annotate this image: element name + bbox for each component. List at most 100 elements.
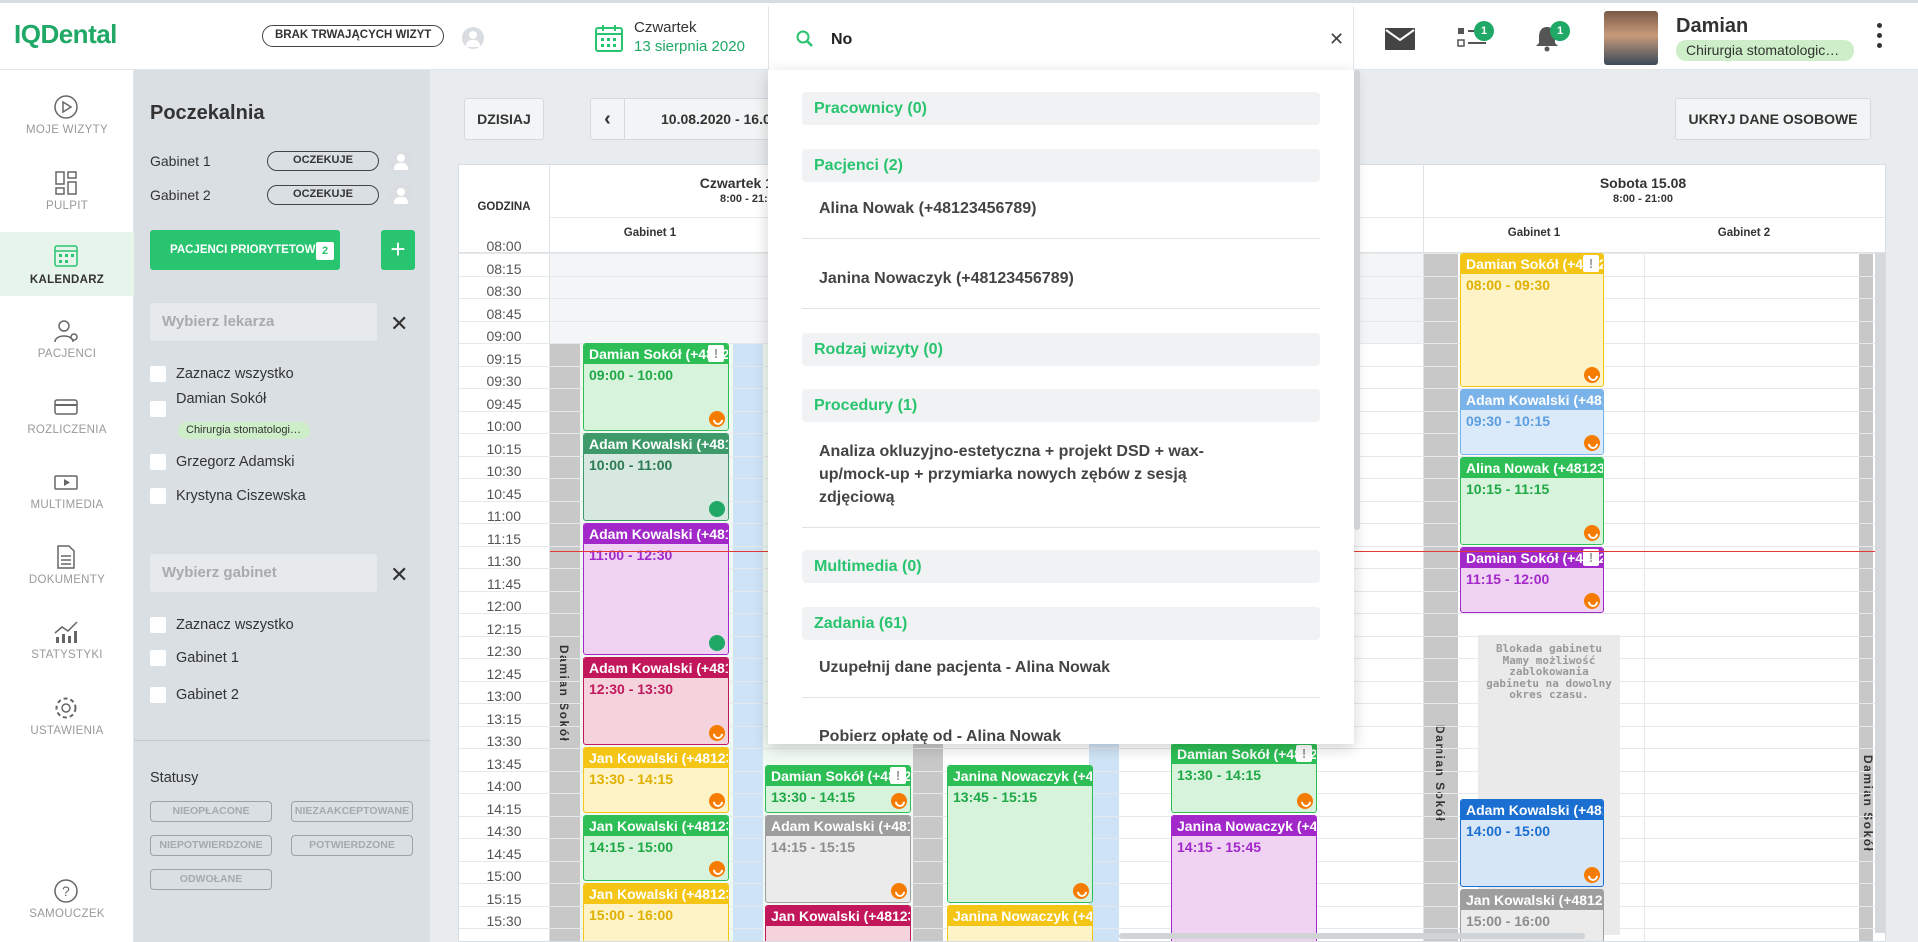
checkbox[interactable]: [150, 617, 166, 634]
phone-icon[interactable]: [1584, 435, 1600, 451]
phone-icon[interactable]: [709, 411, 725, 427]
search-input[interactable]: [831, 26, 1301, 54]
nav-item-documents[interactable]: DOKUMENTY: [0, 538, 134, 598]
checkbox[interactable]: [150, 650, 166, 667]
appointment-card[interactable]: Janina Nowaczyk (+48123456789) 14:15 - 15…: [1171, 815, 1317, 941]
main-navigation: MOJE WIZYTY PULPIT KALENDARZ PACJENCI RO…: [0, 70, 134, 942]
checkbox[interactable]: [150, 401, 166, 418]
appointment-card[interactable]: Adam Kowalski (+48123456789) 14:15 - 15:1…: [765, 815, 911, 903]
doctor-checkbox[interactable]: Krystyna Ciszewska: [150, 488, 306, 505]
result-task[interactable]: Uzupełnij dane pacjenta - Alina Nowak: [802, 657, 1320, 679]
appointment-card[interactable]: Alina Nowak (+48123456789) 10:15 - 11:15: [1460, 457, 1604, 545]
waiting-room-name: Gabinet 1: [150, 153, 211, 169]
select-all-doctors-checkbox[interactable]: Zaznacz wszystko: [150, 366, 294, 383]
status-filter-cancelled[interactable]: ODWOŁANE: [150, 869, 272, 890]
nav-item-statistics[interactable]: STATYSTYKI: [0, 613, 134, 673]
time-label: 12:30: [486, 643, 522, 659]
appointment-card[interactable]: Jan Kowalski (+48123456789) 14:15 - 15:00: [583, 815, 729, 881]
mail-icon[interactable]: [1384, 27, 1416, 51]
horizontal-scrollbar[interactable]: [1119, 933, 1585, 939]
appointment-card[interactable]: Adam Kowalski (+48123456789) 10:00 - 11:0…: [583, 433, 729, 521]
phone-icon[interactable]: [709, 725, 725, 741]
nav-item-multimedia[interactable]: MULTIMEDIA: [0, 463, 134, 523]
checkbox[interactable]: [150, 488, 166, 505]
result-patient[interactable]: Janina Nowaczyk (+48123456789): [802, 268, 1320, 290]
appointment-card[interactable]: Adam Kowalski (+48123456789) 09:30 - 10:1…: [1460, 389, 1604, 455]
select-all-rooms-checkbox[interactable]: Zaznacz wszystko: [150, 617, 294, 634]
clear-doctor-icon[interactable]: ✕: [390, 313, 408, 335]
time-label: 15:30: [486, 913, 522, 929]
appointment-card[interactable]: Damian Sokół (+48123456789) 13:30 - 14:15…: [1171, 743, 1317, 813]
today-button[interactable]: DZISIAJ: [464, 98, 544, 140]
user-name[interactable]: Damian: [1676, 15, 1748, 38]
nav-item-settings[interactable]: USTAWIENIA: [0, 689, 134, 749]
room-select[interactable]: Wybierz gabinet: [150, 554, 377, 592]
priority-patients-button[interactable]: PACJENCI PRIORYTETOWI: [150, 230, 340, 270]
phone-icon[interactable]: [1584, 593, 1600, 609]
clear-room-icon[interactable]: ✕: [390, 564, 408, 586]
appointment-card[interactable]: Adam Kowalski (+48123456789) 14:00 - 15:0…: [1460, 799, 1604, 887]
result-patient[interactable]: Alina Nowak (+48123456789): [802, 198, 1320, 220]
room-block-text: Blokada gabinetu Mamy możliwość zablokow…: [1486, 642, 1612, 701]
appointment-card[interactable]: Adam Kowalski (+48123456789) 12:30 - 13:3…: [583, 657, 729, 745]
phone-icon[interactable]: [1584, 867, 1600, 883]
date-range-picker[interactable]: ‹ 10.08.2020 - 16.08.2020: [590, 98, 790, 140]
phone-icon[interactable]: [891, 793, 907, 809]
appointment-card[interactable]: Jan Kowalski (+48123456789): [765, 905, 911, 941]
waiting-room-status[interactable]: OCZEKUJE: [267, 151, 379, 171]
checkbox[interactable]: [150, 454, 166, 471]
phone-icon[interactable]: [1073, 883, 1089, 899]
nav-item-billing[interactable]: ROZLICZENIA: [0, 388, 134, 448]
appointment-card[interactable]: Jan Kowalski (+48123456789) 13:30 - 14:15: [583, 747, 729, 813]
more-menu-icon[interactable]: [1876, 23, 1884, 53]
phone-icon[interactable]: [1584, 367, 1600, 383]
phone-icon[interactable]: [891, 883, 907, 899]
waiting-room-avatar-icon: [390, 184, 412, 206]
result-procedure[interactable]: Analiza okluzyjno-estetyczna + projekt D…: [802, 440, 1242, 509]
appointment-card[interactable]: Damian Sokół (+48123456789) 08:00 - 09:30…: [1460, 253, 1604, 387]
user-avatar[interactable]: [1604, 11, 1658, 65]
appointment-card[interactable]: Janina Nowaczyk (+48123456789): [947, 905, 1093, 941]
appointment-card[interactable]: Jan Kowalski (+48123456789) 15:00 - 16:00: [583, 883, 729, 941]
status-filter-unconfirmed[interactable]: NIEPOTWIERDZONE: [150, 835, 272, 856]
room-column-header: Gabinet 1: [1507, 227, 1561, 239]
status-filter-confirmed[interactable]: POTWIERDZONE: [291, 835, 413, 856]
vertical-scrollbar[interactable]: [1875, 253, 1885, 933]
waiting-room-status[interactable]: OCZEKUJE: [267, 185, 379, 205]
nav-item-dashboard[interactable]: PULPIT: [0, 164, 134, 224]
doctor-select[interactable]: Wybierz lekarza: [150, 303, 377, 341]
add-priority-patient-button[interactable]: +: [381, 230, 415, 270]
nav-label: MOJE WIZYTY: [26, 124, 108, 136]
visits-status-badge[interactable]: BRAK TRWAJĄCYCH WIZYT: [262, 25, 445, 47]
checkbox[interactable]: [150, 366, 166, 383]
status-filter-unpaid[interactable]: NIEOPŁACONE: [150, 801, 272, 822]
dropdown-scrollbar[interactable]: [1354, 70, 1360, 530]
appointment-card[interactable]: Janina Nowaczyk (+48123456789) 13:45 - 15…: [947, 765, 1093, 903]
person-icon: [709, 501, 725, 517]
appointment-card[interactable]: Damian Sokół (+48123456789) 09:00 - 10:00…: [583, 343, 729, 431]
appointment-card[interactable]: Adam Kowalski (+48123456789) 11:00 - 12:3…: [583, 523, 729, 655]
day-header[interactable]: Sobota 15.08: [1424, 175, 1862, 191]
phone-icon[interactable]: [1584, 525, 1600, 541]
room-checkbox[interactable]: Gabinet 1: [150, 650, 239, 667]
checkbox[interactable]: [150, 687, 166, 704]
nav-item-patients[interactable]: PACJENCI: [0, 312, 134, 372]
nav-item-tutorial[interactable]: ? SAMOUCZEK: [0, 872, 134, 932]
app-logo[interactable]: IQDental: [14, 19, 117, 50]
status-filter-unaccepted[interactable]: NIEZAAKCEPTOWANE: [291, 801, 413, 822]
phone-icon[interactable]: [1297, 793, 1313, 809]
doctor-checkbox[interactable]: Damian Sokół: [150, 391, 266, 418]
nav-item-calendar[interactable]: KALENDARZ: [0, 232, 134, 296]
nav-item-my-visits[interactable]: MOJE WIZYTY: [0, 88, 134, 148]
phone-icon[interactable]: [709, 861, 725, 877]
prev-week-icon[interactable]: ‹: [591, 99, 625, 139]
result-task[interactable]: Pobierz opłatę od - Alina Nowak: [802, 726, 1320, 744]
search-clear-icon[interactable]: ✕: [1329, 29, 1344, 50]
room-checkbox[interactable]: Gabinet 2: [150, 687, 239, 704]
appointment-patient: Alina Nowak (+48123456789): [1461, 458, 1603, 478]
phone-icon[interactable]: [709, 793, 725, 809]
appointment-card[interactable]: Damian Sokół (+48123456789) 13:30 - 14:15…: [765, 765, 911, 813]
appointment-card[interactable]: Damian Sokół (+48123456789)11:15 - 12:00…: [1460, 547, 1604, 613]
doctor-checkbox[interactable]: Grzegorz Adamski: [150, 454, 294, 471]
hide-personal-data-button[interactable]: UKRYJ DANE OSOBOWE: [1675, 98, 1871, 140]
